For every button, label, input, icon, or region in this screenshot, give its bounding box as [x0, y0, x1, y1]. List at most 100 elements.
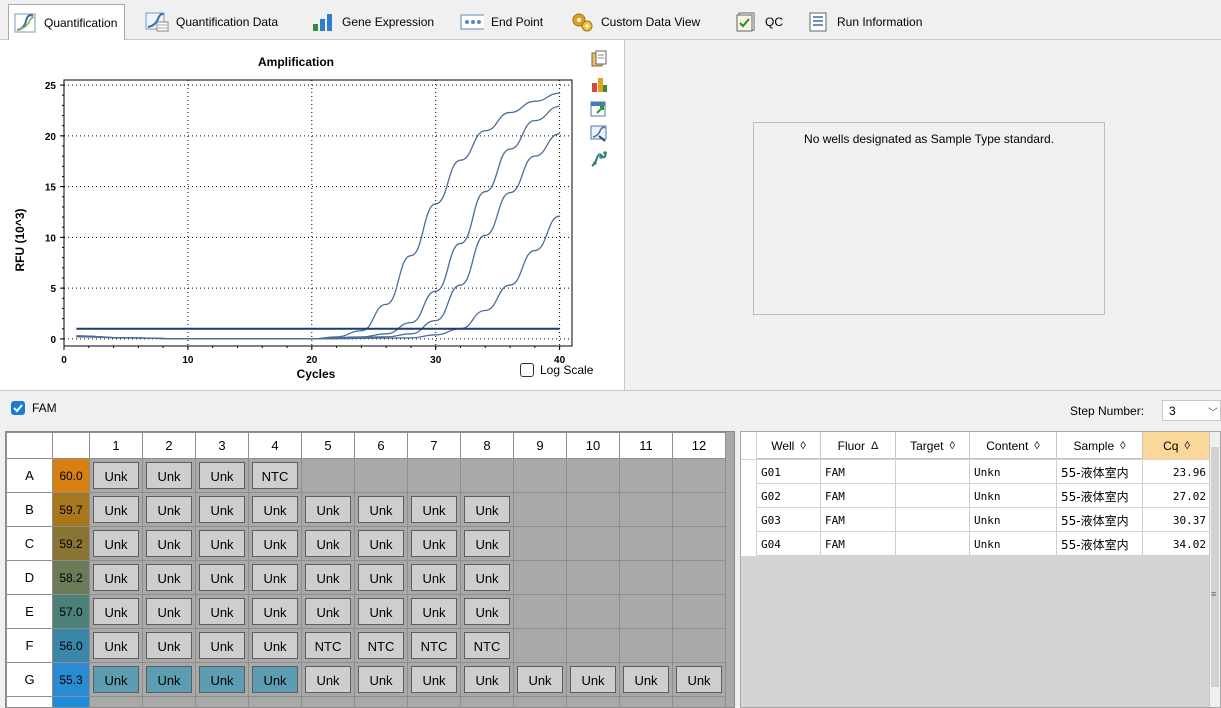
- well-E4[interactable]: Unk: [252, 598, 298, 625]
- table-row[interactable]: G01 FAM Unkn 55-液体室内 23.96: [741, 460, 1211, 484]
- well-F8[interactable]: NTC: [464, 632, 510, 659]
- well-cell[interactable]: Unk: [354, 662, 408, 697]
- well-cell[interactable]: [619, 458, 673, 493]
- well-cell[interactable]: Unk: [142, 594, 196, 629]
- well-E3[interactable]: Unk: [199, 598, 245, 625]
- well-F2[interactable]: Unk: [146, 632, 192, 659]
- well-cell[interactable]: [672, 458, 726, 493]
- well-cell[interactable]: Unk: [513, 662, 567, 697]
- row-header[interactable]: C: [6, 526, 53, 561]
- copy-icon[interactable]: [588, 48, 610, 70]
- well-cell[interactable]: Unk: [407, 594, 461, 629]
- well-cell[interactable]: [354, 458, 408, 493]
- well-D5[interactable]: Unk: [305, 564, 351, 591]
- well-cell[interactable]: Unk: [248, 560, 302, 595]
- well-cell[interactable]: [672, 628, 726, 663]
- well-cell[interactable]: [354, 696, 408, 707]
- well-cell[interactable]: Unk: [142, 492, 196, 527]
- well-cell[interactable]: [619, 492, 673, 527]
- well-C7[interactable]: Unk: [411, 530, 457, 557]
- well-cell[interactable]: Unk: [142, 628, 196, 663]
- well-cell[interactable]: NTC: [248, 458, 302, 493]
- well-cell[interactable]: Unk: [142, 458, 196, 493]
- well-cell[interactable]: [672, 696, 726, 707]
- well-F6[interactable]: NTC: [358, 632, 404, 659]
- well-cell[interactable]: [566, 492, 620, 527]
- well-cell[interactable]: Unk: [460, 526, 514, 561]
- well-A4[interactable]: NTC: [252, 462, 298, 489]
- well-F3[interactable]: Unk: [199, 632, 245, 659]
- well-cell[interactable]: Unk: [195, 526, 249, 561]
- well-cell[interactable]: [566, 594, 620, 629]
- well-B1[interactable]: Unk: [93, 496, 139, 523]
- well-A2[interactable]: Unk: [146, 462, 192, 489]
- well-cell[interactable]: Unk: [354, 560, 408, 595]
- well-E5[interactable]: Unk: [305, 598, 351, 625]
- well-cell[interactable]: [619, 526, 673, 561]
- row-header[interactable]: D: [6, 560, 53, 595]
- well-B7[interactable]: Unk: [411, 496, 457, 523]
- well-cell[interactable]: Unk: [407, 560, 461, 595]
- well-cell[interactable]: Unk: [248, 662, 302, 697]
- tab-end-point[interactable]: End Point: [456, 5, 550, 38]
- well-C8[interactable]: Unk: [464, 530, 510, 557]
- well-cell[interactable]: Unk: [301, 594, 355, 629]
- well-cell[interactable]: Unk: [89, 458, 143, 493]
- row-header[interactable]: A: [6, 458, 53, 493]
- well-cell[interactable]: [566, 560, 620, 595]
- well-cell[interactable]: [672, 526, 726, 561]
- export-icon[interactable]: [588, 97, 610, 119]
- well-cell[interactable]: [566, 526, 620, 561]
- sort-icon[interactable]: ◊: [1184, 440, 1189, 452]
- well-G4[interactable]: Unk: [252, 666, 298, 693]
- column-header-5[interactable]: 5: [301, 432, 355, 459]
- step-number-dropdown[interactable]: 3 ﹀: [1162, 400, 1221, 421]
- well-G12[interactable]: Unk: [676, 666, 722, 693]
- column-header-11[interactable]: 11: [619, 432, 673, 459]
- well-G10[interactable]: Unk: [570, 666, 616, 693]
- scrollbar-thumb[interactable]: [1211, 447, 1219, 687]
- curve-settings-icon[interactable]: [588, 148, 610, 170]
- well-cell[interactable]: Unk: [248, 492, 302, 527]
- well-E8[interactable]: Unk: [464, 598, 510, 625]
- well-cell[interactable]: [248, 696, 302, 707]
- well-D2[interactable]: Unk: [146, 564, 192, 591]
- well-cell[interactable]: [513, 560, 567, 595]
- well-G7[interactable]: Unk: [411, 666, 457, 693]
- well-G11[interactable]: Unk: [623, 666, 669, 693]
- well-cell[interactable]: Unk: [248, 526, 302, 561]
- column-header-sample[interactable]: Sample ◊: [1057, 432, 1143, 459]
- well-cell[interactable]: [513, 594, 567, 629]
- column-header-8[interactable]: 8: [460, 432, 514, 459]
- well-cell[interactable]: [142, 696, 196, 707]
- well-cell[interactable]: [301, 458, 355, 493]
- well-B8[interactable]: Unk: [464, 496, 510, 523]
- well-cell[interactable]: Unk: [195, 492, 249, 527]
- tab-quantification-data[interactable]: Quantification Data: [141, 5, 285, 38]
- fam-checkbox[interactable]: [11, 401, 25, 415]
- tab-quantification[interactable]: Quantification: [8, 4, 126, 40]
- well-A1[interactable]: Unk: [93, 462, 139, 489]
- column-header-7[interactable]: 7: [407, 432, 461, 459]
- well-cell[interactable]: Unk: [89, 594, 143, 629]
- well-G2[interactable]: Unk: [146, 666, 192, 693]
- sort-icon[interactable]: Δ: [871, 440, 878, 452]
- well-cell[interactable]: Unk: [89, 628, 143, 663]
- well-G1[interactable]: Unk: [93, 666, 139, 693]
- well-cell[interactable]: [460, 696, 514, 707]
- tab-qc[interactable]: QC: [730, 5, 790, 38]
- well-cell[interactable]: [89, 696, 143, 707]
- checkbox-box[interactable]: [520, 363, 534, 377]
- log-scale-checkbox[interactable]: Log Scale: [520, 363, 593, 377]
- well-cell[interactable]: Unk: [460, 662, 514, 697]
- row-header[interactable]: [6, 696, 53, 707]
- well-cell[interactable]: [513, 458, 567, 493]
- row-header[interactable]: B: [6, 492, 53, 527]
- column-header-fluor[interactable]: Fluor Δ: [821, 432, 896, 459]
- plate-corner[interactable]: [6, 432, 53, 459]
- well-B6[interactable]: Unk: [358, 496, 404, 523]
- well-cell[interactable]: [513, 628, 567, 663]
- well-cell[interactable]: [513, 696, 567, 707]
- well-cell[interactable]: Unk: [195, 458, 249, 493]
- well-cell[interactable]: Unk: [301, 560, 355, 595]
